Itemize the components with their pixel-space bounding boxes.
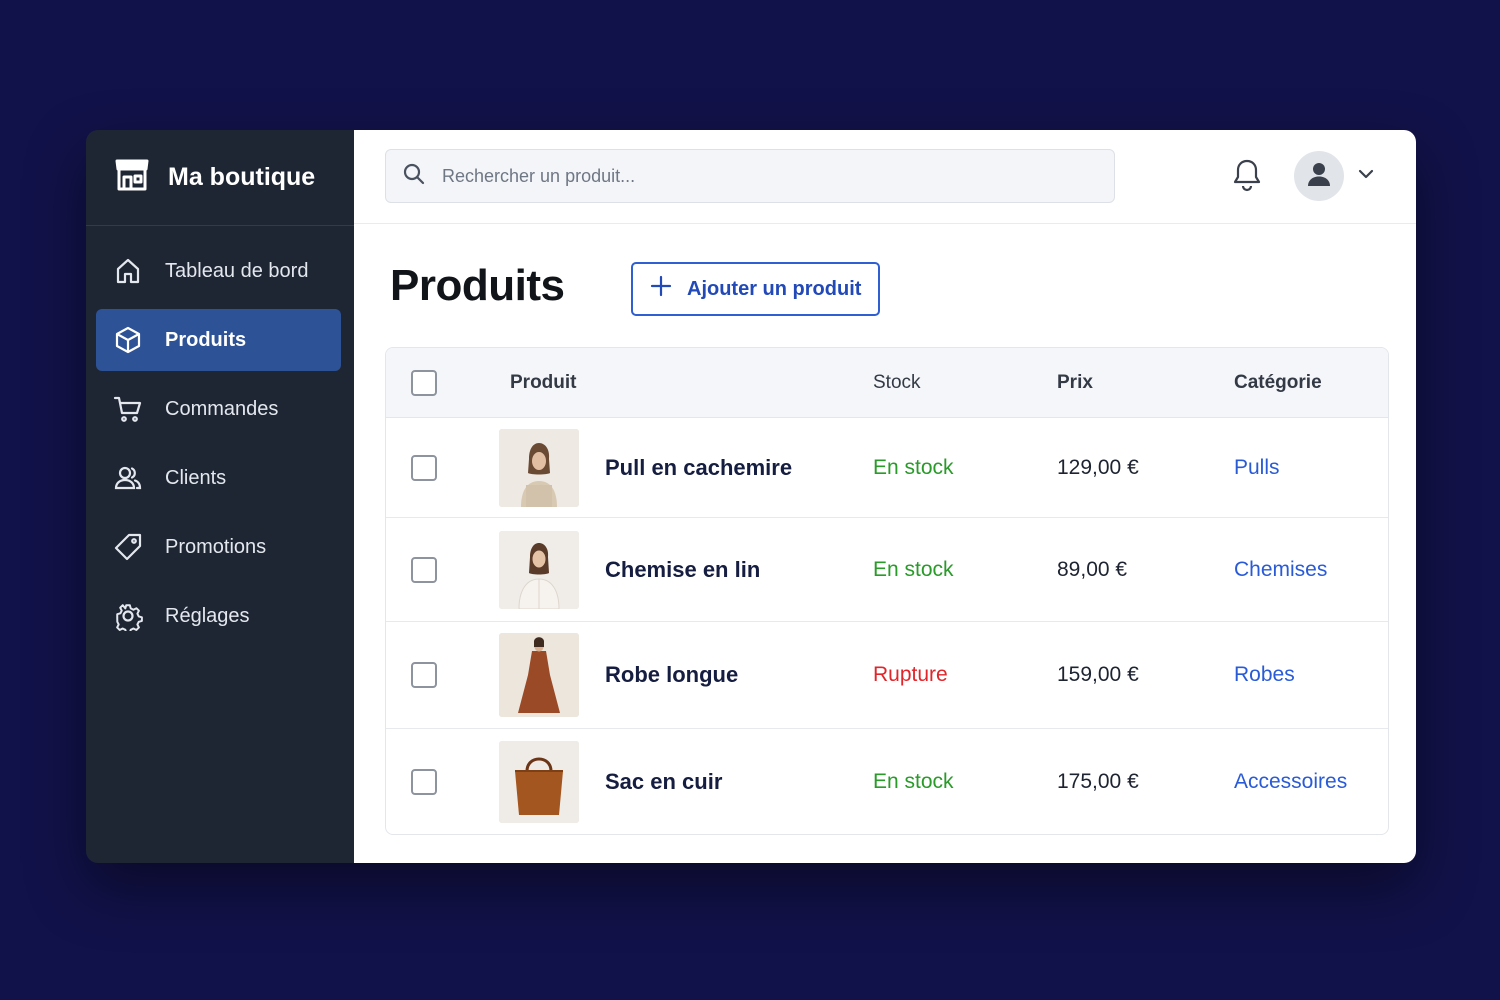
row-checkbox[interactable]: [411, 662, 437, 688]
row-checkbox[interactable]: [411, 556, 437, 583]
main-content: Produits Ajouter un produit Produit Stoc…: [354, 130, 1416, 863]
table-header: Produit Stock Prix Catégorie: [386, 348, 1388, 418]
sidebar-item-produits[interactable]: Produits: [96, 309, 341, 371]
search-input[interactable]: [442, 165, 1082, 187]
category-link[interactable]: Robes: [1234, 663, 1295, 687]
sidebar-item-tableau-de-bord[interactable]: Tableau de bord: [96, 240, 341, 302]
bell-icon[interactable]: [1232, 158, 1262, 192]
row-checkbox[interactable]: [411, 454, 437, 481]
home-icon: [113, 256, 143, 286]
product-thumbnail: [499, 633, 579, 717]
tag-icon: [113, 532, 143, 562]
avatar[interactable]: [1294, 151, 1344, 201]
product-price: 129,00 €: [1057, 455, 1139, 479]
product-price: 175,00 €: [1057, 769, 1139, 793]
product-price: 89,00 €: [1057, 557, 1128, 581]
product-name[interactable]: Pull en cachemire: [605, 455, 792, 481]
brand-name: Ma boutique: [168, 163, 316, 191]
sidebar-item-label: Clients: [165, 466, 227, 489]
column-header-stock: Stock: [873, 371, 921, 393]
store-icon: [114, 157, 150, 198]
chevron-down-icon[interactable]: [1356, 164, 1376, 184]
page-header: Produits Ajouter un produit: [390, 261, 880, 316]
brand[interactable]: Ma boutique: [86, 130, 354, 226]
product-price: 159,00 €: [1057, 663, 1139, 686]
category-link[interactable]: Accessoires: [1234, 770, 1347, 794]
sidebar-item-label: Commandes: [165, 397, 279, 420]
product-name[interactable]: Chemise en lin: [605, 557, 760, 583]
page-title: Produits: [390, 261, 565, 310]
add-product-label: Ajouter un produit: [687, 277, 862, 300]
sidebar-item-promotions[interactable]: Promotions: [96, 516, 341, 578]
add-product-button[interactable]: Ajouter un produit: [631, 262, 880, 316]
category-link[interactable]: Pulls: [1234, 456, 1280, 480]
table-row[interactable]: Pull en cachemire En stock 129,00 € Pull…: [386, 418, 1388, 518]
product-thumbnail: [499, 530, 579, 609]
category-link[interactable]: Chemises: [1234, 558, 1327, 582]
sidebar-item-reglages[interactable]: Réglages: [96, 585, 341, 647]
app-window: Ma boutique Tableau de bord Produits Com…: [86, 130, 1416, 863]
column-header-category: Catégorie: [1234, 371, 1322, 393]
stock-status: Rupture: [873, 663, 948, 686]
sidebar-item-label: Réglages: [165, 604, 250, 627]
box-icon: [113, 325, 143, 355]
stock-status: En stock: [873, 455, 954, 479]
topbar: [354, 130, 1416, 224]
users-icon: [113, 463, 143, 493]
product-thumbnail: [499, 740, 579, 823]
stock-status: En stock: [873, 557, 954, 581]
column-header-product: Produit: [510, 371, 577, 393]
plus-icon: [649, 274, 673, 304]
search-icon: [402, 162, 426, 191]
sidebar-item-commandes[interactable]: Commandes: [96, 378, 341, 440]
sidebar-item-clients[interactable]: Clients: [96, 447, 341, 509]
cart-icon: [113, 394, 143, 424]
table-row[interactable]: Robe longue Rupture 159,00 € Robes: [386, 622, 1388, 729]
sidebar-item-label: Tableau de bord: [165, 259, 309, 282]
sidebar-nav: Tableau de bord Produits Commandes Clien…: [86, 226, 354, 654]
sidebar-item-label: Produits: [165, 328, 247, 351]
select-all-checkbox[interactable]: [411, 369, 437, 396]
gear-icon: [113, 601, 143, 631]
product-thumbnail: [499, 428, 579, 507]
product-name[interactable]: Robe longue: [605, 662, 738, 688]
user-icon: [1304, 159, 1334, 194]
table-row[interactable]: Sac en cuir En stock 175,00 € Accessoire…: [386, 729, 1388, 834]
search-bar[interactable]: [385, 149, 1115, 203]
product-name[interactable]: Sac en cuir: [605, 769, 722, 795]
sidebar: Ma boutique Tableau de bord Produits Com…: [86, 130, 354, 863]
sidebar-item-label: Promotions: [165, 535, 267, 558]
table-row[interactable]: Chemise en lin En stock 89,00 € Chemises: [386, 518, 1388, 622]
row-checkbox[interactable]: [411, 768, 437, 795]
products-table: Produit Stock Prix Catégorie Pull en cac…: [385, 347, 1389, 835]
stock-status: En stock: [873, 769, 954, 793]
column-header-price: Prix: [1057, 371, 1093, 393]
